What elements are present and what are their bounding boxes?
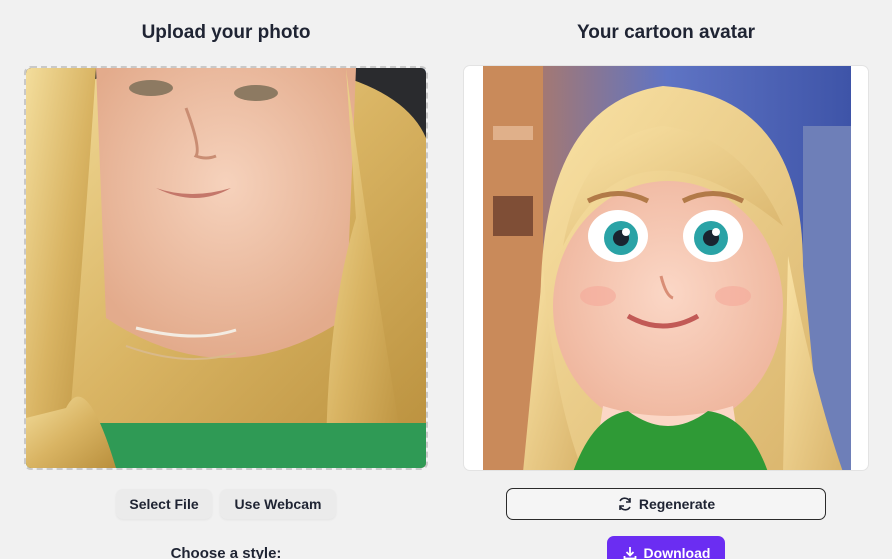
regenerate-button[interactable]: Regenerate bbox=[506, 488, 826, 520]
use-webcam-button[interactable]: Use Webcam bbox=[220, 489, 336, 519]
photo-dropzone[interactable] bbox=[24, 66, 428, 470]
download-icon bbox=[622, 545, 638, 559]
upload-title: Upload your photo bbox=[141, 22, 311, 43]
download-label: Download bbox=[643, 545, 711, 559]
regenerate-label: Regenerate bbox=[638, 496, 716, 512]
uploaded-photo bbox=[26, 68, 426, 468]
refresh-icon bbox=[617, 496, 633, 512]
avatar-result-frame bbox=[463, 65, 869, 471]
result-title: Your cartoon avatar bbox=[576, 22, 756, 43]
style-prompt-label: Choose a style: bbox=[170, 545, 282, 559]
download-button[interactable]: Download bbox=[607, 536, 725, 559]
cartoon-avatar-image bbox=[483, 66, 851, 470]
select-file-button[interactable]: Select File bbox=[116, 489, 212, 519]
